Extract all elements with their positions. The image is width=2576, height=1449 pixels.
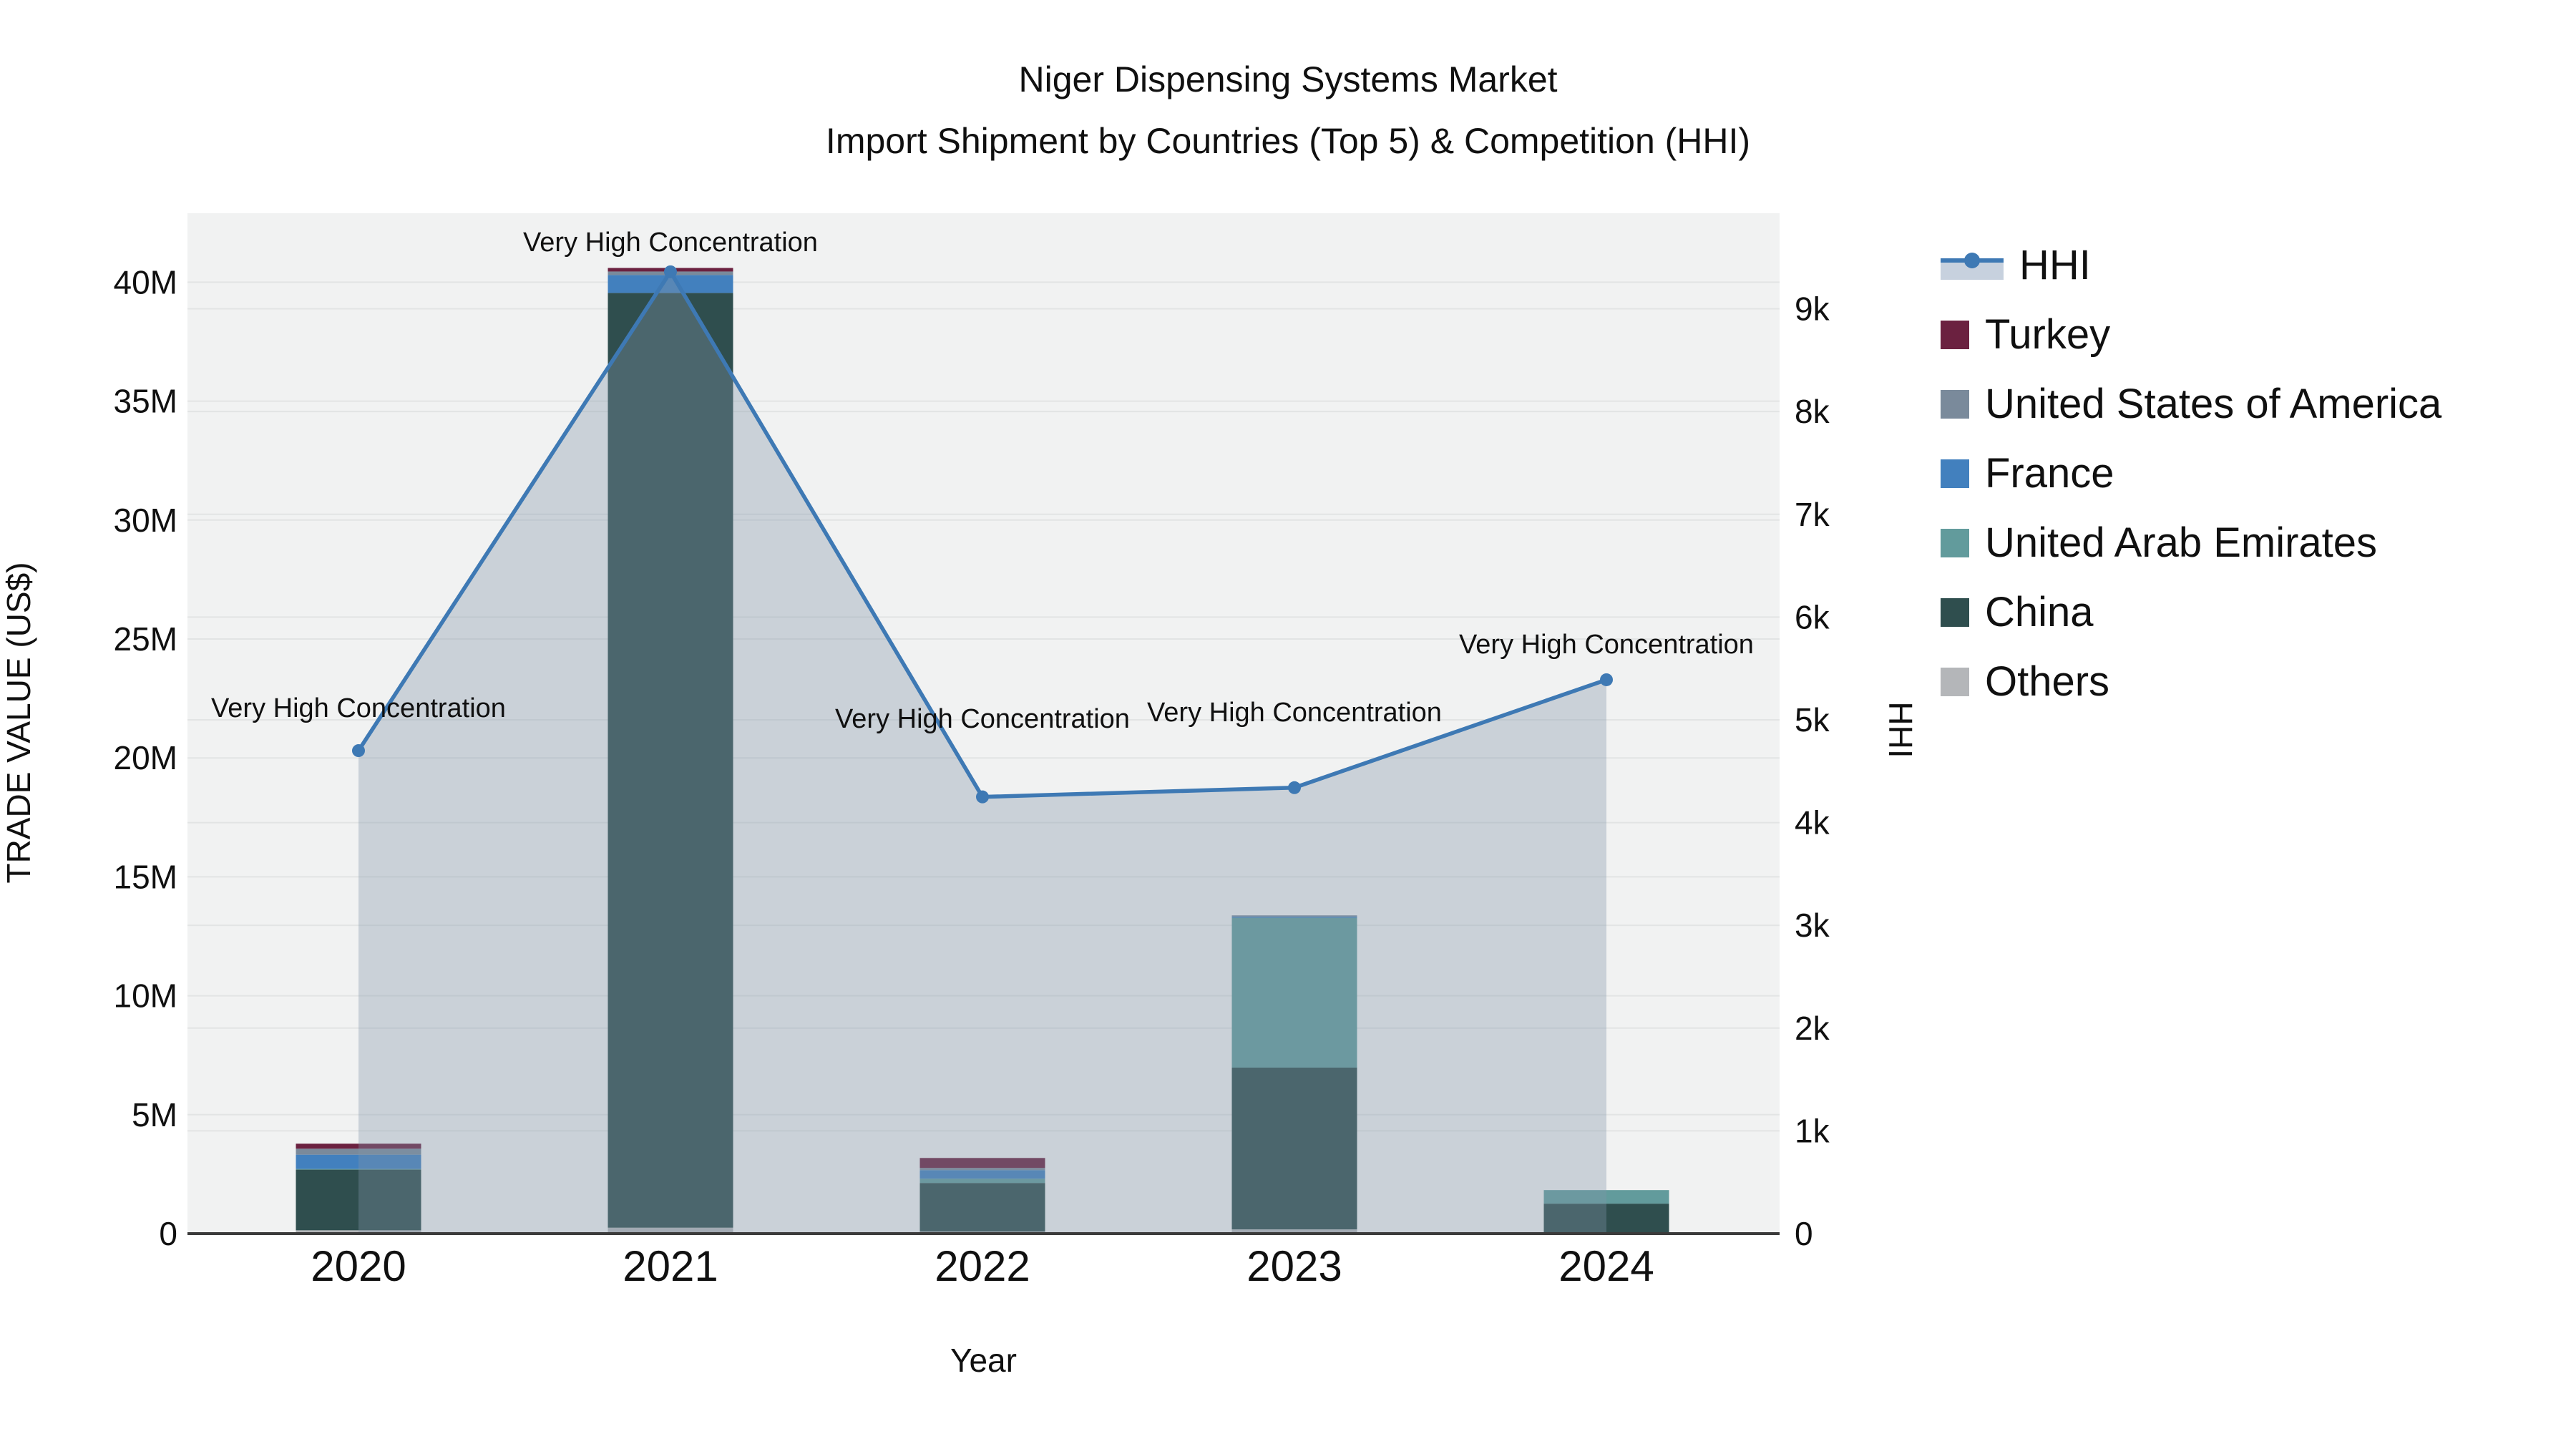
color-swatch-icon [1941, 320, 1969, 349]
hhi-point-2022[interactable] [976, 790, 989, 804]
x-axis-tick: 2023 [1246, 1242, 1342, 1290]
legend-item-label: HHI [2019, 242, 2091, 288]
legend-item-hhi[interactable]: HHI [1941, 230, 2441, 300]
right-axis-tick: 6k [1795, 598, 1830, 635]
legend-item-label: United States of America [1985, 381, 2442, 427]
legend-item-label: United Arab Emirates [1985, 519, 2378, 566]
x-axis-title: Year [950, 1342, 1017, 1379]
right-axis-tick: 1k [1795, 1112, 1830, 1149]
right-axis-tick: 9k [1795, 291, 1830, 328]
x-axis-tick: 2020 [311, 1242, 406, 1290]
left-axis-tick: 35M [114, 383, 177, 420]
right-axis-tick: 3k [1795, 907, 1830, 944]
left-axis-tick: 30M [114, 502, 177, 539]
legend-item-turkey[interactable]: Turkey [1941, 300, 2441, 369]
legend-item-china[interactable]: China [1941, 577, 2441, 647]
right-axis-tick: 8k [1795, 393, 1830, 430]
right-axis-tick: 0 [1795, 1215, 1813, 1252]
chart-page: 0 5M 10M 15M 20M 25M 30M 35M 40M 0 1k 2k 3k 4k 5k 6k 7k 8… [0, 0, 2576, 1449]
left-axis-tick: 0 [159, 1215, 177, 1252]
left-axis-tick: 40M [114, 263, 177, 301]
color-swatch-icon [1941, 667, 1969, 696]
x-axis-tick: 2021 [623, 1242, 718, 1290]
hhi-line-icon [1941, 250, 2004, 281]
legend-item-label: China [1985, 589, 2094, 635]
legend-item-label: Others [1985, 658, 2110, 705]
hhi-point-2021[interactable] [664, 265, 677, 278]
right-axis-tick: 7k [1795, 496, 1830, 533]
right-axis-tick: 2k [1795, 1010, 1830, 1047]
legend-item-uae[interactable]: United Arab Emirates [1941, 508, 2441, 577]
hhi-point-2023[interactable] [1288, 781, 1301, 794]
legend-item-others[interactable]: Others [1941, 647, 2441, 716]
legend-item-label: France [1985, 450, 2114, 497]
right-axis-tick: 4k [1795, 804, 1830, 841]
legend-item-usa[interactable]: United States of America [1941, 369, 2441, 439]
color-swatch-icon [1941, 528, 1969, 557]
left-axis-tick: 15M [114, 858, 177, 895]
chart-title: Niger Dispensing Systems Market [1018, 59, 1558, 99]
annotation-2022: Very High Concentration [835, 704, 1130, 734]
x-axis-tick: 2024 [1558, 1242, 1654, 1290]
legend: HHI Turkey United States of America Fran… [1941, 230, 2441, 716]
chart-subtitle: Import Shipment by Countries (Top 5) & C… [825, 121, 1751, 161]
left-axis-tick: 20M [114, 739, 177, 776]
color-swatch-icon [1941, 597, 1969, 627]
color-swatch-icon [1941, 389, 1969, 419]
annotation-2020: Very High Concentration [211, 693, 506, 723]
legend-item-label: Turkey [1985, 311, 2111, 358]
hhi-point-2020[interactable] [352, 744, 365, 758]
right-axis-title: HHI [1882, 701, 1919, 758]
legend-item-france[interactable]: France [1941, 439, 2441, 508]
annotation-2023: Very High Concentration [1147, 698, 1442, 728]
left-axis-title: TRADE VALUE (US$) [0, 562, 37, 883]
annotation-2021: Very High Concentration [523, 228, 818, 258]
annotation-2024: Very High Concentration [1459, 630, 1754, 660]
color-swatch-icon [1941, 459, 1969, 488]
x-axis-tick: 2022 [935, 1242, 1030, 1290]
left-axis-tick: 5M [132, 1096, 177, 1133]
hhi-point-2024[interactable] [1600, 673, 1613, 686]
right-axis-tick: 5k [1795, 701, 1830, 738]
left-axis-tick: 10M [114, 977, 177, 1015]
combo-chart: 0 5M 10M 15M 20M 25M 30M 35M 40M 0 1k 2k 3k 4k 5k 6k 7k 8… [0, 213, 1919, 1290]
left-axis-tick: 25M [114, 620, 177, 658]
